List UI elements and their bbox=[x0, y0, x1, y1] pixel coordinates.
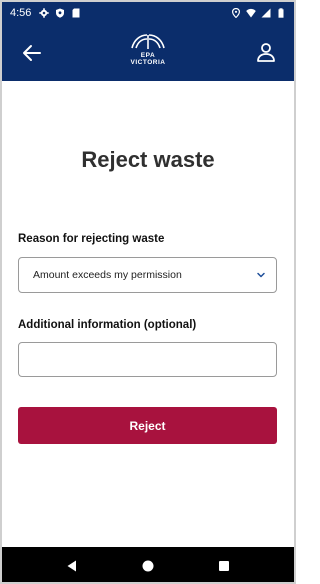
status-bar: 4:56 bbox=[2, 2, 294, 24]
nav-recents-icon[interactable] bbox=[217, 559, 231, 573]
nav-back-icon[interactable] bbox=[65, 559, 79, 573]
shield-icon bbox=[55, 8, 65, 18]
epa-logo-mark-icon bbox=[131, 34, 165, 49]
reason-select[interactable]: Amount exceeds my permission bbox=[18, 257, 277, 293]
additional-info-input[interactable] bbox=[18, 342, 277, 377]
chevron-down-icon bbox=[256, 270, 266, 280]
epa-victoria-logo: EPA VICTORIA bbox=[123, 32, 173, 76]
logo-text-epa: EPA bbox=[140, 52, 156, 59]
phone-screen: 4:56 EPA VICTORIA Reject waste Reason fo… bbox=[0, 0, 296, 584]
back-arrow-icon[interactable] bbox=[20, 41, 44, 65]
gear-icon bbox=[39, 8, 50, 18]
nav-home-icon[interactable] bbox=[141, 559, 155, 573]
page-title: Reject waste bbox=[81, 147, 215, 172]
wifi-icon bbox=[246, 8, 256, 18]
profile-icon[interactable] bbox=[254, 40, 278, 64]
app-header: EPA VICTORIA bbox=[2, 24, 294, 81]
status-time: 4:56 bbox=[10, 7, 32, 19]
sim-card-icon bbox=[71, 8, 81, 18]
logo-text-victoria: VICTORIA bbox=[130, 59, 166, 66]
additional-info-label: Additional information (optional) bbox=[18, 319, 197, 331]
location-icon bbox=[231, 8, 241, 18]
reason-label: Reason for rejecting waste bbox=[18, 233, 165, 245]
reason-select-value: Amount exceeds my permission bbox=[33, 269, 182, 281]
reject-button[interactable]: Reject bbox=[18, 407, 277, 444]
battery-icon bbox=[276, 8, 286, 18]
android-nav-bar bbox=[2, 547, 294, 582]
main-content: Reject waste Reason for rejecting waste … bbox=[2, 81, 294, 547]
signal-icon bbox=[261, 8, 271, 18]
